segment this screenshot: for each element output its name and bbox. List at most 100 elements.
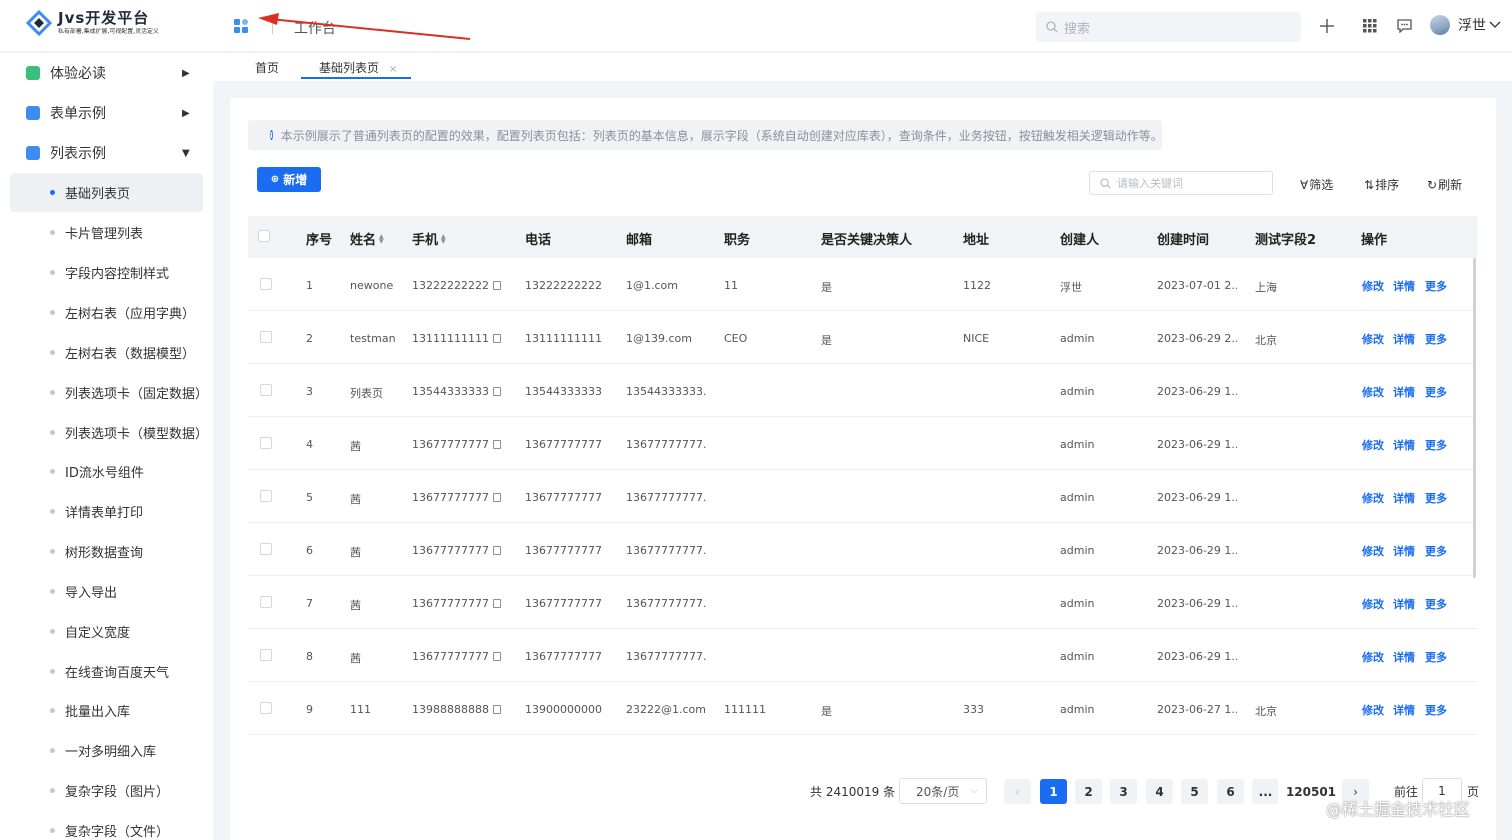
prev-page-button[interactable]: ‹: [1004, 779, 1031, 804]
menu-group-list-examples[interactable]: 列表示例 ▼: [0, 133, 213, 173]
detail-button[interactable]: 详情: [1393, 331, 1415, 347]
detail-button[interactable]: 详情: [1393, 384, 1415, 400]
col-mobile[interactable]: 手机 ▲ ▼: [412, 229, 446, 248]
sort-caret-icon[interactable]: ▲ ▼: [379, 233, 384, 244]
cell-name-text: 茜: [350, 599, 361, 612]
copy-icon[interactable]: [492, 387, 501, 396]
edit-button[interactable]: 修改: [1362, 384, 1384, 400]
sidebar-item-custom-width[interactable]: 自定义宽度: [10, 612, 203, 651]
sort-caret-icon[interactable]: ▲ ▼: [441, 233, 446, 244]
detail-button[interactable]: 详情: [1393, 278, 1415, 294]
workbench-title[interactable]: 工作台: [294, 18, 336, 38]
add-button[interactable]: ⊕ 新增: [257, 167, 321, 192]
cell-email-text: 13677777777...: [626, 544, 706, 557]
table-scrollbar[interactable]: [1473, 258, 1476, 578]
message-icon[interactable]: [1394, 16, 1414, 36]
page-button[interactable]: 4: [1146, 779, 1173, 804]
refresh-button[interactable]: ↻ 刷新: [1427, 176, 1462, 193]
close-icon[interactable]: ×: [389, 64, 397, 75]
detail-button[interactable]: 详情: [1393, 490, 1415, 506]
sort-button[interactable]: ⇅ 排序: [1364, 176, 1399, 193]
edit-button[interactable]: 修改: [1362, 437, 1384, 453]
ellipsis-icon[interactable]: ...: [1252, 779, 1279, 804]
user-menu[interactable]: 浮世: [1430, 15, 1501, 35]
detail-button[interactable]: 详情: [1393, 543, 1415, 559]
sidebar-item-complex-file[interactable]: 复杂字段（文件）: [10, 811, 203, 840]
col-name[interactable]: 姓名 ▲ ▼: [350, 229, 384, 248]
select-all-checkbox[interactable]: [258, 230, 270, 242]
apps-icon[interactable]: [1360, 16, 1380, 36]
row-checkbox[interactable]: [260, 331, 272, 343]
row-checkbox[interactable]: [260, 384, 272, 396]
sidebar-item-tree-model[interactable]: 左树右表（数据模型）: [10, 333, 203, 372]
more-button[interactable]: 更多: [1425, 543, 1447, 559]
page-button[interactable]: 6: [1217, 779, 1244, 804]
sidebar-item-weather[interactable]: 在线查询百度天气: [10, 652, 203, 691]
global-search-input[interactable]: 搜索: [1036, 12, 1301, 42]
detail-button[interactable]: 详情: [1393, 437, 1415, 453]
more-button[interactable]: 更多: [1425, 331, 1447, 347]
detail-button[interactable]: 详情: [1393, 649, 1415, 665]
sidebar-item-one-to-many[interactable]: 一对多明细入库: [10, 731, 203, 770]
filter-button[interactable]: ∀ 筛选: [1300, 176, 1333, 193]
sidebar-item-tree-dict[interactable]: 左树右表（应用字典）: [10, 293, 203, 332]
more-button[interactable]: 更多: [1425, 278, 1447, 294]
more-button[interactable]: 更多: [1425, 437, 1447, 453]
sidebar-item-tabs-model[interactable]: 列表选项卡（模型数据）: [10, 413, 208, 452]
edit-button[interactable]: 修改: [1362, 278, 1384, 294]
list-icon: [26, 146, 40, 160]
sidebar-item-card-list[interactable]: 卡片管理列表: [10, 213, 203, 252]
copy-icon[interactable]: [492, 334, 501, 343]
edit-button[interactable]: 修改: [1362, 490, 1384, 506]
row-checkbox[interactable]: [260, 490, 272, 502]
page-button[interactable]: 2: [1075, 779, 1102, 804]
copy-icon[interactable]: [492, 599, 501, 608]
more-button[interactable]: 更多: [1425, 596, 1447, 612]
detail-button[interactable]: 详情: [1393, 596, 1415, 612]
add-icon[interactable]: [1317, 16, 1337, 36]
row-checkbox[interactable]: [260, 437, 272, 449]
sidebar-item-batch-stock[interactable]: 批量出入库: [10, 691, 203, 730]
edit-button[interactable]: 修改: [1362, 331, 1384, 347]
more-button[interactable]: 更多: [1425, 702, 1447, 718]
page-button[interactable]: 5: [1181, 779, 1208, 804]
sidebar-item-tree-query[interactable]: 树形数据查询: [10, 532, 203, 571]
sidebar-item-basic-list[interactable]: 基础列表页: [10, 173, 203, 212]
menu-group-experience[interactable]: 体验必读 ▶: [0, 53, 213, 93]
sidebar-item-import-export[interactable]: 导入导出: [10, 572, 203, 611]
sidebar-item-id-serial[interactable]: ID流水号组件: [10, 452, 203, 491]
page-button[interactable]: 3: [1110, 779, 1137, 804]
edit-button[interactable]: 修改: [1362, 543, 1384, 559]
sidebar-item-print[interactable]: 详情表单打印: [10, 492, 203, 531]
logo[interactable]: Jvs开发平台 私有部署,集成扩展,可视配置,灵活定义: [25, 10, 177, 37]
edit-button[interactable]: 修改: [1362, 649, 1384, 665]
app-grid-icon[interactable]: [233, 18, 249, 34]
page-size-select[interactable]: 20条/页 ⌵: [899, 778, 987, 804]
row-checkbox[interactable]: [260, 596, 272, 608]
tab-basic-list[interactable]: 基础列表页 ×: [319, 59, 397, 76]
detail-button[interactable]: 详情: [1393, 702, 1415, 718]
row-checkbox[interactable]: [260, 543, 272, 555]
copy-icon[interactable]: [492, 440, 501, 449]
more-button[interactable]: 更多: [1425, 490, 1447, 506]
menu-group-form-examples[interactable]: 表单示例 ▶: [0, 93, 213, 133]
edit-button[interactable]: 修改: [1362, 702, 1384, 718]
sidebar-item-field-style[interactable]: 字段内容控制样式: [10, 253, 203, 292]
row-checkbox[interactable]: [260, 649, 272, 661]
cell-creator-text: admin: [1060, 385, 1095, 398]
copy-icon[interactable]: [492, 705, 501, 714]
row-checkbox[interactable]: [260, 278, 272, 290]
sidebar-item-complex-image[interactable]: 复杂字段（图片）: [10, 771, 203, 810]
sidebar-item-tabs-fixed[interactable]: 列表选项卡（固定数据）: [10, 373, 208, 412]
page-button[interactable]: 1: [1040, 779, 1067, 804]
edit-button[interactable]: 修改: [1362, 596, 1384, 612]
copy-icon[interactable]: [492, 546, 501, 555]
row-checkbox[interactable]: [260, 702, 272, 714]
more-button[interactable]: 更多: [1425, 649, 1447, 665]
copy-icon[interactable]: [492, 281, 501, 290]
copy-icon[interactable]: [492, 652, 501, 661]
more-button[interactable]: 更多: [1425, 384, 1447, 400]
keyword-search-input[interactable]: 请输入关键词: [1089, 171, 1273, 195]
tab-home[interactable]: 首页: [255, 59, 279, 76]
copy-icon[interactable]: [492, 493, 501, 502]
